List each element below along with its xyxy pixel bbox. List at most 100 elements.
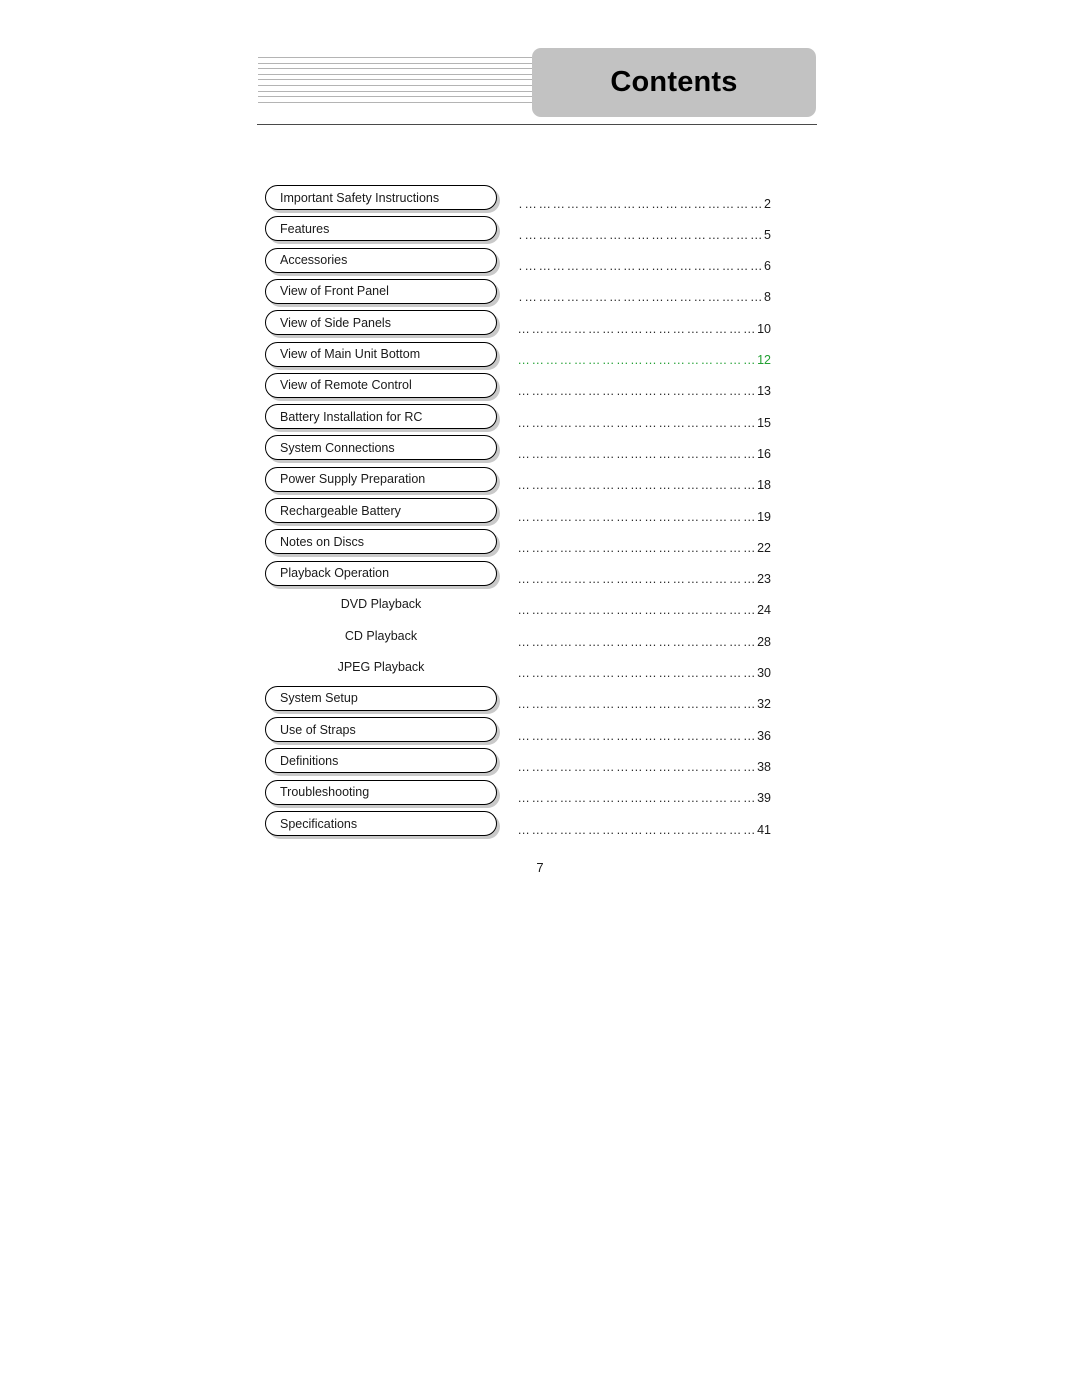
toc-entry-box[interactable]: Power Supply Preparation	[265, 466, 497, 492]
toc-leader-and-page: ……………………………………………………………………………………………………………	[519, 279, 771, 304]
toc-entry-row[interactable]: Battery Installation for RC ……………………………………	[0, 404, 1080, 435]
toc-entry-row[interactable]: Rechargeable Battery ………………………………………………………	[0, 498, 1080, 529]
toc-entry-box[interactable]: Notes on Discs	[265, 529, 497, 555]
toc-leader-and-page: ……………………………………………………………………………………………………………	[519, 686, 771, 711]
toc-dot-leader: ……………………………………………………………………………………………………………	[519, 698, 758, 711]
toc-entry-box[interactable]: Playback Operation	[265, 560, 497, 586]
toc-dot-leader: ……………………………………………………………………………………………………………	[519, 792, 758, 805]
toc-entry-box[interactable]: Battery Installation for RC	[265, 404, 497, 430]
toc-entry-label: Definitions	[280, 753, 339, 768]
header-decoration-line	[258, 57, 544, 58]
toc-dot-leader: ……………………………………………………………………………………………………………	[519, 604, 758, 617]
toc-page-number: 15	[757, 415, 771, 430]
toc-subentry-label[interactable]: CD Playback	[265, 623, 497, 648]
header-decoration-line	[258, 101, 542, 103]
toc-leader-and-page: ……………………………………………………………………………………………………………	[519, 655, 771, 680]
toc-entry-box[interactable]: System Setup	[265, 685, 497, 711]
toc-entry-row[interactable]: System Setup ……………………………………………………………………………	[0, 685, 1080, 717]
toc-dot-leader: ……………………………………………………………………………………………………………	[519, 354, 758, 367]
toc-entry-box[interactable]: Troubleshooting	[265, 779, 497, 805]
toc-entry-label: System Connections	[280, 440, 395, 455]
toc-entry-box[interactable]: View of Front Panel	[265, 278, 497, 304]
toc-entry-row[interactable]: Specifications ………………………………………………………………………	[0, 811, 1080, 842]
toc-page-number: 30	[757, 666, 771, 680]
toc-leader-row: ……………………………………………………………………………………………………………	[519, 197, 771, 211]
toc-leader-row: ……………………………………………………………………………………………………………	[519, 667, 771, 680]
toc-dot-leader: ……………………………………………………………………………………………………………	[519, 260, 765, 273]
toc-leader-row: ……………………………………………………………………………………………………………	[519, 542, 771, 555]
toc-entry-row[interactable]: View of Front Panel …………………………………………………………	[0, 278, 1080, 310]
toc-dot-leader: ……………………………………………………………………………………………………………	[519, 541, 758, 555]
toc-leader-row: ……………………………………………………………………………………………………………	[519, 323, 771, 336]
toc-page-number: 32	[757, 697, 771, 712]
toc-entry-box[interactable]: View of Remote Control	[265, 372, 497, 398]
toc-entry-row[interactable]: View of Side Panels …………………………………………………………	[0, 310, 1080, 341]
toc-leader-row: ……………………………………………………………………………………………………………	[519, 636, 771, 649]
toc-entry-row[interactable]: Playback Operation ……………………………………………………………	[0, 560, 1080, 592]
toc-page-number: 12	[757, 353, 771, 367]
toc-entry-label: CD Playback	[344, 628, 418, 643]
toc-entry-label: View of Remote Control	[280, 378, 412, 393]
toc-page-number: 16	[757, 446, 771, 461]
toc-page-number: 8	[764, 290, 771, 305]
page-title: Contents	[610, 66, 738, 98]
toc-dot-leader: ……………………………………………………………………………………………………………	[519, 729, 758, 743]
toc-subentry-label[interactable]: JPEG Playback	[265, 655, 497, 680]
toc-dot-leader: ……………………………………………………………………………………………………………	[519, 760, 758, 774]
toc-entry-row[interactable]: Notes on Discs ………………………………………………………………………	[0, 529, 1080, 560]
toc-entry-row[interactable]: JPEG Playback …………………………………………………………………………	[0, 655, 1080, 686]
toc-entry-label: JPEG Playback	[337, 660, 425, 674]
toc-entry-label: Notes on Discs	[280, 534, 365, 549]
toc-entry-box[interactable]: Use of Straps	[265, 717, 497, 743]
toc-dot-leader: ……………………………………………………………………………………………………………	[519, 667, 758, 680]
contents-title-banner: Contents	[532, 48, 816, 117]
toc-page-number: 5	[764, 227, 771, 242]
toc-entry-row[interactable]: Use of Straps …………………………………………………………………………	[0, 717, 1080, 748]
header-decoration-line	[258, 73, 544, 75]
toc-leader-row: ……………………………………………………………………………………………………………	[519, 823, 771, 837]
toc-leader-row: ……………………………………………………………………………………………………………	[519, 385, 771, 398]
toc-leader-and-page: ……………………………………………………………………………………………………………	[519, 498, 771, 523]
toc-dot-leader: ……………………………………………………………………………………………………………	[519, 322, 758, 336]
toc-entry-row[interactable]: System Connections ……………………………………………………………	[0, 435, 1080, 466]
toc-entry-box[interactable]: View of Side Panels	[265, 310, 497, 336]
header-divider-rule	[257, 124, 817, 125]
toc-dot-leader: ……………………………………………………………………………………………………………	[519, 416, 758, 430]
toc-entry-row[interactable]: Power Supply Preparation ……………………………………………	[0, 466, 1080, 498]
toc-leader-row: ……………………………………………………………………………………………………………	[519, 792, 771, 805]
toc-entry-label: View of Side Panels	[280, 315, 391, 330]
toc-entry-box[interactable]: Specifications	[265, 811, 497, 836]
toc-entry-row[interactable]: Important Safety Instructions ………………………………	[0, 185, 1080, 216]
toc-entry-row[interactable]: View of Main Unit Bottom ……………………………………………	[0, 341, 1080, 373]
toc-entry-row[interactable]: Definitions ………………………………………………………………………………	[0, 748, 1080, 779]
toc-leader-and-page: ……………………………………………………………………………………………………………	[519, 780, 771, 805]
toc-leader-row: ……………………………………………………………………………………………………………	[519, 510, 771, 524]
toc-entry-box[interactable]: Features	[265, 216, 497, 242]
toc-leader-row: ……………………………………………………………………………………………………………	[519, 698, 771, 711]
toc-entry-box[interactable]: Important Safety Instructions	[265, 185, 497, 210]
toc-entry-row[interactable]: View of Remote Control …………………………………………………	[0, 372, 1080, 404]
toc-entry-box[interactable]: Rechargeable Battery	[265, 498, 497, 523]
toc-entry-row[interactable]: DVD Playback ……………………………………………………………………………	[0, 592, 1080, 623]
toc-entry-row[interactable]: Features ………………………………………………………………………………………	[0, 216, 1080, 247]
toc-entry-row[interactable]: Accessories ………………………………………………………………………………	[0, 247, 1080, 279]
toc-page-number: 10	[757, 321, 771, 336]
toc-leader-and-page: ……………………………………………………………………………………………………………	[519, 435, 771, 460]
toc-leader-row: ……………………………………………………………………………………………………………	[519, 604, 771, 617]
toc-entry-box[interactable]: Definitions	[265, 748, 497, 774]
toc-entry-label: Specifications	[280, 816, 358, 831]
toc-entry-row[interactable]: Troubleshooting ……………………………………………………………………	[0, 779, 1080, 811]
toc-leader-row: ……………………………………………………………………………………………………………	[519, 260, 771, 273]
header-decoration-line	[258, 79, 542, 81]
toc-leader-and-page: ……………………………………………………………………………………………………………	[519, 310, 771, 335]
toc-subentry-label[interactable]: DVD Playback	[265, 592, 497, 617]
toc-dot-leader: ……………………………………………………………………………………………………………	[519, 823, 758, 836]
toc-entry-box[interactable]: View of Main Unit Bottom	[265, 341, 497, 367]
toc-page-number: 38	[757, 759, 771, 774]
toc-entry-box[interactable]: System Connections	[265, 435, 497, 461]
toc-entry-row[interactable]: CD Playback ………………………………………………………………………………	[0, 623, 1080, 654]
toc-page-number: 24	[757, 603, 771, 618]
toc-leader-row: ……………………………………………………………………………………………………………	[519, 730, 771, 743]
toc-entry-label: Battery Installation for RC	[280, 409, 423, 424]
toc-entry-box[interactable]: Accessories	[265, 247, 497, 273]
